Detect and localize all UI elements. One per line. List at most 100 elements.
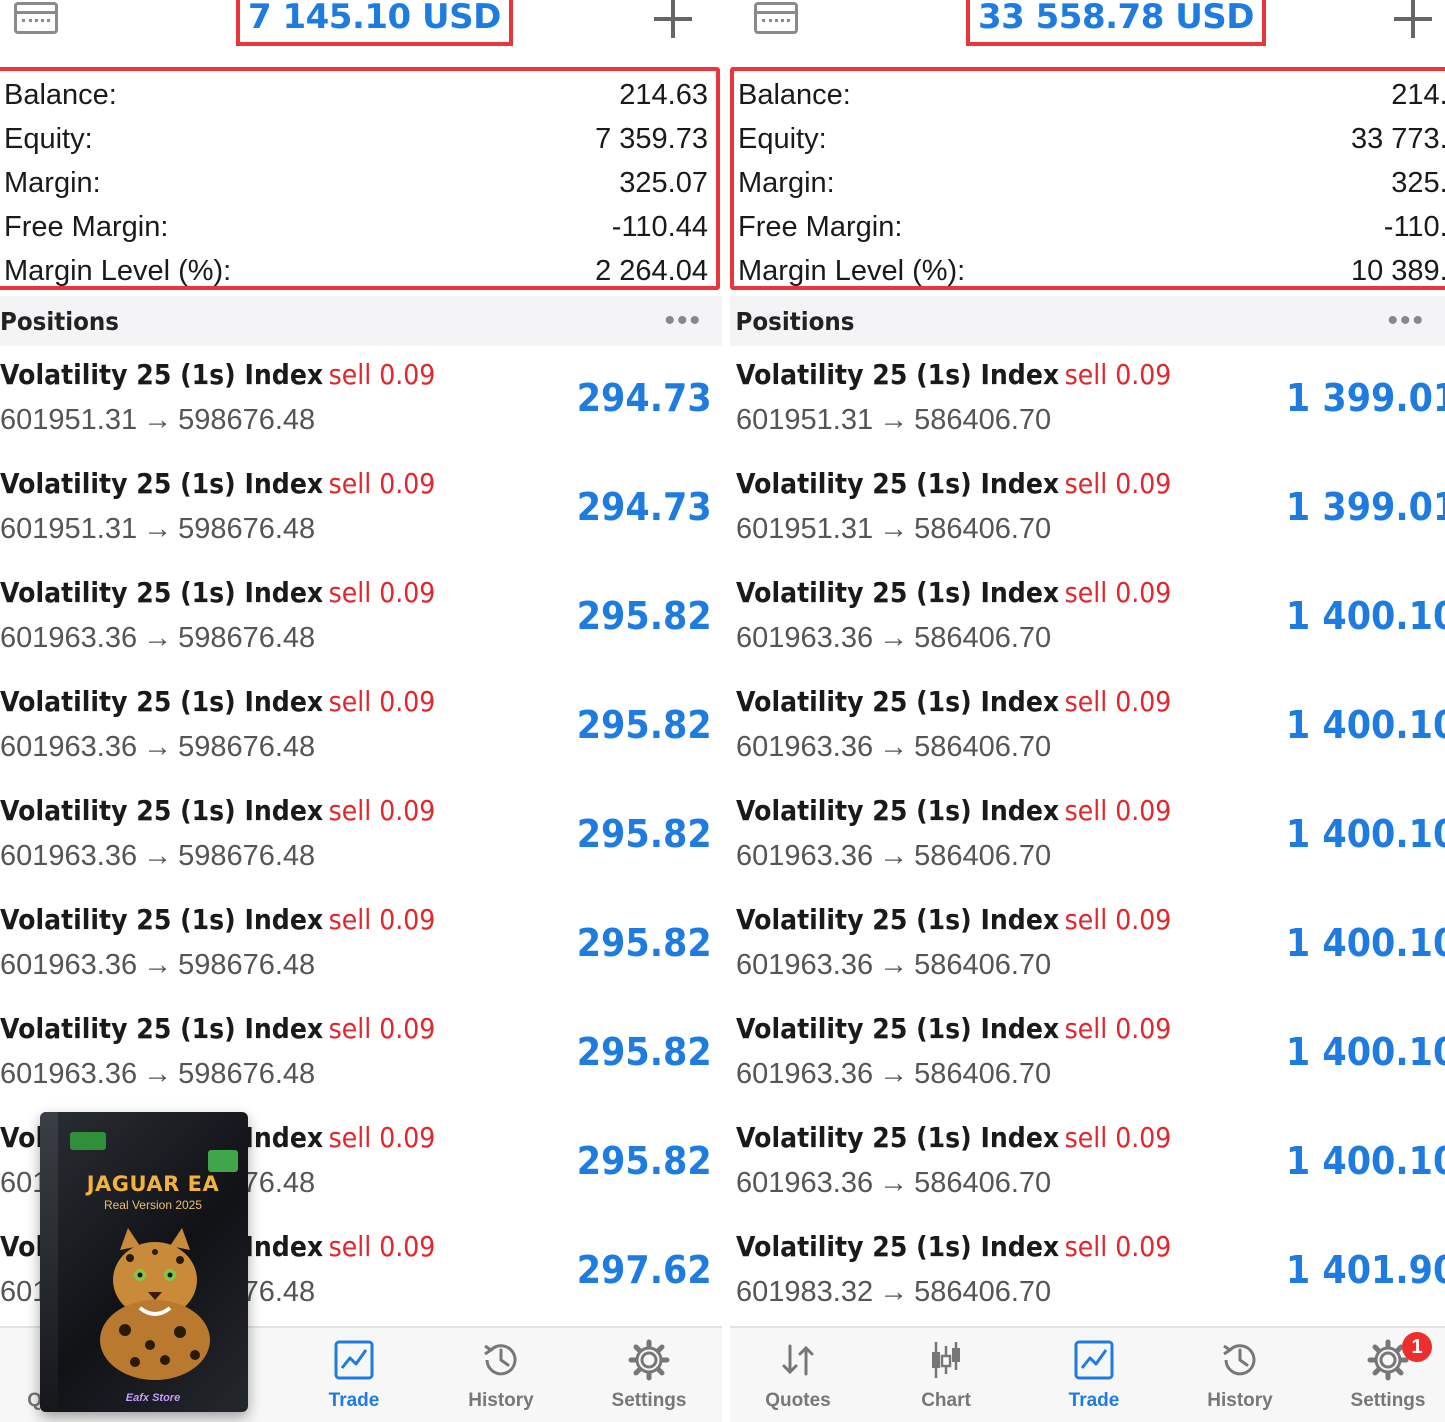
tab-settings[interactable]: Settings <box>589 1338 709 1412</box>
position-row[interactable]: Volatility 25 (1s) Indexsell 0.09 601963.… <box>0 891 722 1000</box>
position-prices: 601963.36 → 586406.70 <box>736 1058 1051 1091</box>
position-symbol: Volatility 25 (1s) Indexsell 0.09 <box>0 467 436 500</box>
add-order-icon[interactable] <box>1394 0 1432 38</box>
open-price: 601951.31 <box>0 404 138 436</box>
summary-margin: Margin:325.07 <box>738 166 1445 199</box>
arrow-right-icon: → <box>143 731 173 763</box>
position-symbol: Volatility 25 (1s) Indexsell 0.09 <box>0 685 436 718</box>
open-price: 601963.36 <box>0 622 138 654</box>
position-side: sell 0.09 <box>1064 794 1172 827</box>
wallet-icon[interactable] <box>14 2 58 34</box>
positions-header: Positions ••• <box>730 296 1445 346</box>
current-price: 598676.48 <box>178 404 316 436</box>
more-options-icon[interactable]: ••• <box>1387 306 1425 336</box>
tab-quotes[interactable]: Quotes <box>738 1338 858 1412</box>
positions-title: Positions <box>735 306 855 336</box>
summary-free-margin: Free Margin:-110.44 <box>738 210 1445 243</box>
position-prices: 601951.31 → 598676.48 <box>0 404 315 437</box>
arrow-right-icon: → <box>879 1276 909 1308</box>
open-price: 601963.36 <box>736 949 874 981</box>
position-prices: 601963.36 → 586406.70 <box>736 1167 1051 1200</box>
arrow-right-icon: → <box>143 404 173 436</box>
positions-list: Volatility 25 (1s) Index sell 0.09 601951.… <box>730 346 1445 1327</box>
position-row[interactable]: Volatility 25 (1s) Indexsell 0.09 601963.… <box>730 564 1445 673</box>
arrow-right-icon: → <box>879 731 909 763</box>
position-side: sell 0.09 <box>1064 467 1172 500</box>
current-price: 598676.48 <box>178 1058 316 1090</box>
wallet-icon[interactable] <box>754 2 798 34</box>
position-side: sell 0.09 <box>328 467 436 500</box>
position-side: sell 0.09 <box>1064 576 1172 609</box>
position-side: sell 0.09 <box>1064 1230 1172 1263</box>
position-symbol: Volatility 25 (1s) Indexsell 0.09 <box>736 467 1172 500</box>
tab-history[interactable]: History <box>441 1338 561 1412</box>
arrow-right-icon: → <box>879 1167 909 1199</box>
position-row[interactable]: Volatility 25 (1s) Indexsell 0.09 601963.… <box>0 1000 722 1109</box>
more-options-icon[interactable]: ••• <box>664 306 702 336</box>
bottom-tab-bar: Quotes Chart Trade History Settings 1 <box>730 1326 1445 1422</box>
position-side: sell 0.09 <box>328 358 436 391</box>
summary-equity: Equity: 7 359.73 <box>4 122 708 155</box>
position-row[interactable]: Volatility 25 (1s) Indexsell 0.09 601963.… <box>730 1000 1445 1109</box>
open-price: 601963.36 <box>0 1058 138 1090</box>
position-row[interactable]: Volatility 25 (1s) Indexsell 0.09 601963.… <box>730 673 1445 782</box>
position-profit: 295.82 <box>577 812 712 856</box>
summary-margin: Margin:325.07 <box>4 166 708 199</box>
tab-trade[interactable]: Trade <box>1034 1338 1154 1412</box>
position-profit: 1 399.01 <box>1285 376 1445 420</box>
current-price: 586406.70 <box>914 731 1052 763</box>
current-price: 598676.48 <box>178 731 316 763</box>
open-price: 601951.31 <box>736 404 874 436</box>
tab-trade[interactable]: Trade <box>294 1338 414 1412</box>
position-row[interactable]: Volatility 25 (1s) Index sell 0.09 601951.… <box>0 346 722 455</box>
quotes-icon <box>776 1338 820 1382</box>
trade-icon <box>1072 1338 1116 1382</box>
position-side: sell 0.09 <box>1064 1012 1172 1045</box>
open-price: 601951.31 <box>736 513 874 545</box>
open-price: 601963.36 <box>0 840 138 872</box>
positions-header: Positions ••• <box>0 296 722 346</box>
tab-label: Trade <box>328 1390 380 1411</box>
position-row[interactable]: Volatility 25 (1s) Indexsell 0.09 601963.… <box>730 782 1445 891</box>
position-side: sell 0.09 <box>1064 1121 1172 1154</box>
tab-history[interactable]: History <box>1180 1338 1300 1412</box>
check-badge-icon <box>70 1132 106 1150</box>
position-profit: 1 400.10 <box>1285 594 1445 638</box>
position-prices: 601963.36 → 586406.70 <box>736 731 1051 764</box>
position-symbol: Volatility 25 (1s) Indexsell 0.09 <box>0 576 436 609</box>
left-account-panel: 7 145.10 USD Balance: 214.63 Equity: 7 359… <box>0 0 722 1422</box>
top-bar: 7 145.10 USD <box>0 0 722 56</box>
position-prices: 601963.36→598676.48 <box>0 622 315 655</box>
open-price: 601963.36 <box>736 840 874 872</box>
position-row[interactable]: Volatility 25 (1s) Indexsell 0.09 601963.… <box>0 564 722 673</box>
position-prices: 601963.36→598676.48 <box>0 840 315 873</box>
summary-balance: Balance:214.63 <box>738 78 1445 111</box>
current-price: 598676.48 <box>178 513 316 545</box>
position-row[interactable]: Volatility 25 (1s) Indexsell 0.09 601963.… <box>730 1109 1445 1218</box>
position-prices: 601951.31 → 586406.70 <box>736 513 1051 546</box>
account-summary: Balance:214.63 Equity:33 773.41 Margin:3… <box>730 67 1445 290</box>
add-order-icon[interactable] <box>654 0 692 38</box>
position-symbol: Volatility 25 (1s) Indexsell 0.09 <box>0 903 436 936</box>
arrow-right-icon: → <box>879 622 909 654</box>
position-side: sell 0.09 <box>328 1012 436 1045</box>
position-prices: 601963.36→598676.48 <box>0 731 315 764</box>
position-row[interactable]: Volatility 25 (1s) Indexsell 0.09 601963.… <box>0 782 722 891</box>
tab-chart[interactable]: Chart <box>886 1338 1006 1412</box>
position-row[interactable]: Volatility 25 (1s) Index sell 0.09 601951.… <box>730 455 1445 564</box>
position-row[interactable]: Volatility 25 (1s) Indexsell 0.09 601983.… <box>730 1218 1445 1327</box>
position-side: sell 0.09 <box>328 685 436 718</box>
arrow-right-icon: → <box>143 622 173 654</box>
open-price: 601963.36 <box>0 731 138 763</box>
product-title: JAGUAR EA <box>86 1172 220 1196</box>
summary-balance: Balance:214.63 <box>4 78 708 111</box>
position-row[interactable]: Volatility 25 (1s) Index sell 0.09 601951.… <box>0 455 722 564</box>
position-symbol: Volatility 25 (1s) Indexsell 0.09 <box>736 685 1172 718</box>
position-prices: 601951.31 → 598676.48 <box>0 513 315 546</box>
open-price: 601963.36 <box>736 1167 874 1199</box>
position-row[interactable]: Volatility 25 (1s) Indexsell 0.09 601963.… <box>730 891 1445 1000</box>
position-row[interactable]: Volatility 25 (1s) Indexsell 0.09 601963.… <box>0 673 722 782</box>
position-row[interactable]: Volatility 25 (1s) Index sell 0.09 601951.… <box>730 346 1445 455</box>
tab-settings[interactable]: Settings 1 <box>1328 1332 1445 1412</box>
arrow-right-icon: → <box>143 840 173 872</box>
